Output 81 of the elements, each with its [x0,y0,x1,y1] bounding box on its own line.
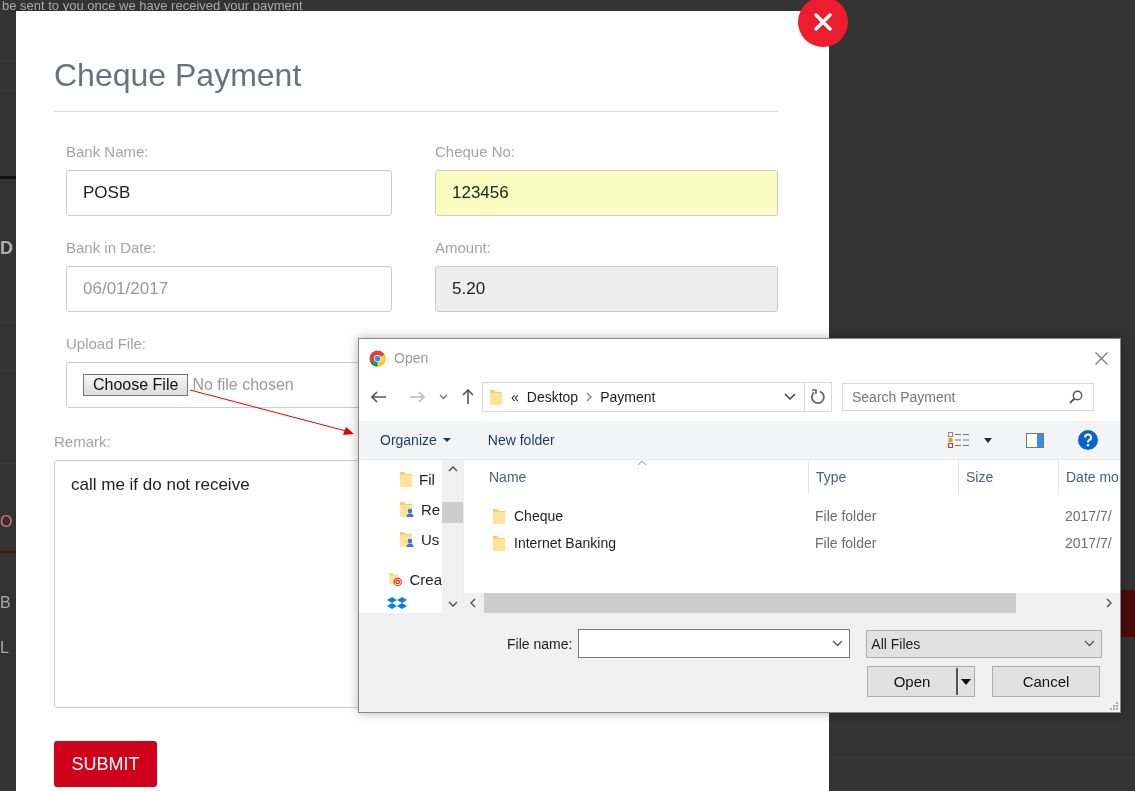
close-icon[interactable] [1095,351,1108,365]
text-field[interactable]: 123456 [435,170,778,216]
organize-menu[interactable]: Organize [380,432,451,448]
nav-item[interactable]: Fil [419,470,435,488]
vertical-scrollbar[interactable] [442,460,463,613]
column-header[interactable]: Size [958,460,1058,494]
folder-icon [492,533,506,552]
dialog-title: Open [394,350,430,366]
scrollbar-thumb[interactable] [484,593,1016,613]
close-icon [813,12,833,32]
chevron-right-icon [586,392,593,402]
sort-caret-icon [637,460,647,466]
horizontal-scrollbar[interactable] [464,593,1120,613]
field-label: Bank Name: [66,142,149,162]
file-type: File folder [815,507,877,524]
chevron-down-icon [832,640,844,647]
refresh-icon[interactable] [810,389,826,405]
folder-icon [399,470,413,488]
search-field[interactable]: Search Payment [842,383,1094,411]
file-name[interactable]: Internet Banking [514,534,616,551]
field-label: Cheque No: [435,142,516,162]
column-header[interactable]: Type [808,460,958,494]
modal-title: Cheque Payment [54,55,778,112]
page-text: B [0,593,12,613]
chevron-down-icon[interactable] [439,394,448,400]
open-button[interactable]: Open [867,666,975,697]
scrollbar-thumb[interactable] [442,502,463,523]
field-label: Bank in Date: [66,238,157,258]
dropbox-icon [387,597,407,611]
path-segment[interactable]: Payment [600,389,656,405]
choose-file-button[interactable]: Choose File [83,374,189,396]
folder-icon [492,506,506,525]
page-button-edge [1121,590,1135,637]
resize-grip-icon[interactable] [1108,700,1118,710]
chevron-down-icon[interactable] [784,393,796,401]
file-status-text: No file chosen [192,376,294,394]
column-header[interactable]: Date mo [1058,460,1120,494]
preview-pane-icon[interactable] [1026,432,1044,448]
nav-item[interactable]: Re [421,500,441,518]
caret-icon[interactable] [984,437,992,443]
field-label: Upload File: [66,334,147,354]
field-label: Remark: [54,432,111,452]
file-name-label: File name: [507,635,573,652]
path-overflow[interactable]: « [511,389,519,405]
view-list-icon[interactable] [948,432,970,448]
browser-logo-icon [369,349,386,367]
cancel-button[interactable]: Cancel [992,666,1100,697]
search-icon [1069,390,1083,404]
file-date: 2017/7/ [1065,507,1112,524]
chevron-left-icon[interactable] [470,598,476,608]
user-folder-icon [399,530,415,548]
file-date: 2017/7/ [1065,534,1112,551]
file-name[interactable]: Cheque [514,507,564,524]
chevron-up-icon[interactable] [447,466,458,472]
chevron-right-icon[interactable] [1106,598,1112,608]
back-arrow-icon[interactable] [371,391,387,403]
path-segment[interactable]: Desktop [526,389,579,405]
field-label: Amount: [435,238,491,258]
nav-item[interactable]: Crea [409,570,442,588]
close-button[interactable] [798,0,848,47]
user-folder-icon [399,500,415,518]
chevron-down-icon [1084,640,1096,647]
file-type-dropdown[interactable]: All Files [866,629,1103,658]
caret-icon [442,438,451,442]
search-placeholder: Search Payment [852,389,957,405]
file-name-field[interactable] [578,629,851,658]
page-text: D [0,238,14,258]
file-type: File folder [815,534,877,551]
folder-icon [489,388,503,406]
page-text: O [0,512,14,532]
help-icon[interactable] [1078,430,1098,450]
address-bar[interactable]: « Desktop Payment [482,382,832,412]
new-folder-button[interactable]: New folder [487,432,555,448]
column-header[interactable]: Name [464,460,808,494]
submit-button[interactable]: SUBMIT [54,741,157,787]
page-text: L [0,638,10,658]
chevron-down-icon[interactable] [447,601,458,607]
caret-icon[interactable] [961,678,971,685]
text-field[interactable]: POSB [66,170,392,216]
up-arrow-icon[interactable] [462,389,474,405]
nav-item[interactable]: Us [421,530,440,548]
